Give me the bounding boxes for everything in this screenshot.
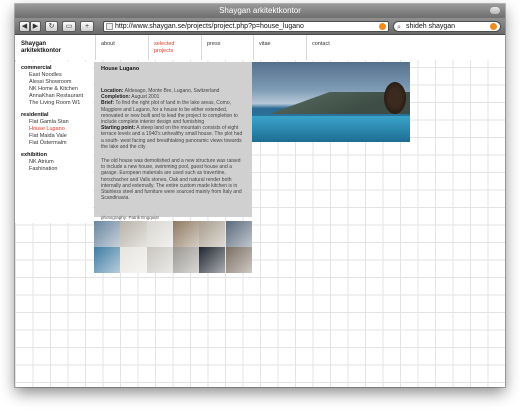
project-link[interactable]: Flat Maida Vale bbox=[29, 133, 67, 139]
hero-pool bbox=[252, 116, 410, 142]
thumb-pool-view[interactable] bbox=[94, 221, 121, 247]
url-text: http://www.shaygan.se/projects/project.p… bbox=[115, 23, 304, 30]
project-details: House Lugano Location: Aldesago, Monte B… bbox=[94, 62, 252, 220]
nav-press[interactable]: press bbox=[207, 41, 220, 48]
credit-name: Patrik Engquist bbox=[128, 215, 159, 221]
thumb-facade[interactable] bbox=[146, 247, 173, 273]
thumb-stairs[interactable] bbox=[120, 247, 147, 273]
nav-divider bbox=[306, 35, 307, 60]
nav-selected-line-2: projects bbox=[154, 48, 174, 54]
thumb-terrace[interactable] bbox=[120, 221, 147, 247]
reload-button[interactable]: ↻ bbox=[45, 21, 58, 32]
search-engine-icon[interactable] bbox=[490, 23, 497, 30]
thumb-night[interactable] bbox=[199, 247, 226, 273]
logo-line-1: Shaygan bbox=[21, 41, 47, 47]
rss-icon[interactable] bbox=[379, 23, 386, 30]
project-link[interactable]: Flat Gamla Stan bbox=[29, 119, 69, 125]
project-link[interactable]: Alessi Showroom bbox=[29, 79, 72, 85]
window-title: Shaygan arkitektkontor bbox=[219, 6, 301, 15]
nav-vitae[interactable]: vitae bbox=[259, 41, 271, 48]
project-link[interactable]: NK Home & Kitchen bbox=[29, 86, 78, 92]
window-button[interactable]: ▭ bbox=[62, 21, 76, 32]
browser-toolbar: ◀ ▶ ↻ ▭ + http://www.shaygan.se/projects… bbox=[15, 18, 505, 35]
nav-about[interactable]: about bbox=[101, 41, 115, 48]
nav-divider bbox=[253, 35, 254, 60]
hero-tree bbox=[384, 82, 406, 114]
project-facts: Location: Aldesago, Monte Bre, Lugano, S… bbox=[101, 88, 245, 150]
project-sidebar: commercial East Noodles Alessi Showroom … bbox=[15, 62, 93, 223]
url-field[interactable]: http://www.shaygan.se/projects/project.p… bbox=[103, 21, 389, 32]
thumb-pool-blue[interactable] bbox=[94, 247, 121, 273]
logo-line-2: arkitektkontor bbox=[21, 48, 62, 54]
thumb-kitchen[interactable] bbox=[172, 221, 200, 247]
photo-credit: photography: Patrik Engquist bbox=[101, 215, 245, 220]
nav-selected-projects[interactable]: selected projects bbox=[154, 41, 175, 55]
project-link-active[interactable]: House Lugano bbox=[29, 126, 65, 132]
completion-value: August 2001 bbox=[131, 94, 160, 101]
forward-button[interactable]: ▶ bbox=[30, 21, 41, 32]
back-button[interactable]: ◀ bbox=[19, 21, 30, 32]
web-page: Shaygan arkitektkontor about selected pr… bbox=[15, 35, 505, 387]
favicon-icon bbox=[106, 23, 113, 30]
add-bookmark-button[interactable]: + bbox=[80, 21, 94, 32]
category-residential: residential bbox=[21, 112, 49, 118]
project-description: The old house was demolished and a new s… bbox=[101, 158, 242, 202]
category-commercial: commercial bbox=[21, 65, 52, 71]
project-link[interactable]: Flat Östermalm bbox=[29, 140, 67, 146]
project-title: House Lugano bbox=[101, 66, 140, 72]
nav-divider bbox=[95, 35, 96, 60]
project-link[interactable]: NK Atrium bbox=[29, 159, 54, 165]
completion-label: Completion: bbox=[101, 94, 131, 101]
project-link[interactable]: AnnaKhan Restaurant bbox=[29, 93, 83, 99]
browser-window: Shaygan arkitektkontor ◀ ▶ ↻ ▭ + http://… bbox=[15, 4, 505, 387]
thumb-exterior-dusk[interactable] bbox=[225, 221, 252, 247]
thumb-interior-white[interactable] bbox=[146, 221, 173, 247]
location-value: Aldesago, Monte Bre, Lugano, Switzerland bbox=[124, 88, 220, 94]
search-text: shideh shaygan bbox=[406, 23, 456, 30]
nav-divider bbox=[201, 35, 202, 60]
project-link[interactable]: The Living Room W1 bbox=[29, 100, 80, 106]
nav-divider bbox=[148, 35, 149, 60]
title-bar: Shaygan arkitektkontor bbox=[15, 4, 505, 18]
nav-contact[interactable]: contact bbox=[312, 41, 330, 48]
site-navigation: Shaygan arkitektkontor about selected pr… bbox=[15, 35, 505, 60]
project-link[interactable]: Fashination bbox=[29, 166, 57, 172]
thumbnail-grid bbox=[94, 221, 252, 273]
starting-point-label: Starting point: bbox=[101, 125, 136, 132]
category-exhibition: exhibition bbox=[21, 152, 47, 158]
brief-label: Brief: bbox=[101, 100, 115, 107]
thumb-living-room[interactable] bbox=[199, 221, 226, 247]
credit-label: photography: bbox=[101, 215, 128, 221]
toolbar-toggle-button[interactable] bbox=[490, 7, 500, 14]
thumb-bathroom[interactable] bbox=[172, 247, 200, 273]
site-logo[interactable]: Shaygan arkitektkontor bbox=[21, 41, 61, 55]
location-label: Location: bbox=[101, 88, 124, 94]
hero-image[interactable] bbox=[252, 62, 410, 142]
nav-selected-line-1: selected bbox=[154, 41, 175, 47]
project-link[interactable]: East Noodles bbox=[29, 72, 62, 78]
thumb-detail[interactable] bbox=[225, 247, 252, 273]
search-icon: ⌕ bbox=[397, 24, 401, 31]
search-input[interactable]: ⌕ shideh shaygan bbox=[393, 21, 501, 32]
brief-text: To find the right plot of land in the la… bbox=[101, 100, 238, 126]
